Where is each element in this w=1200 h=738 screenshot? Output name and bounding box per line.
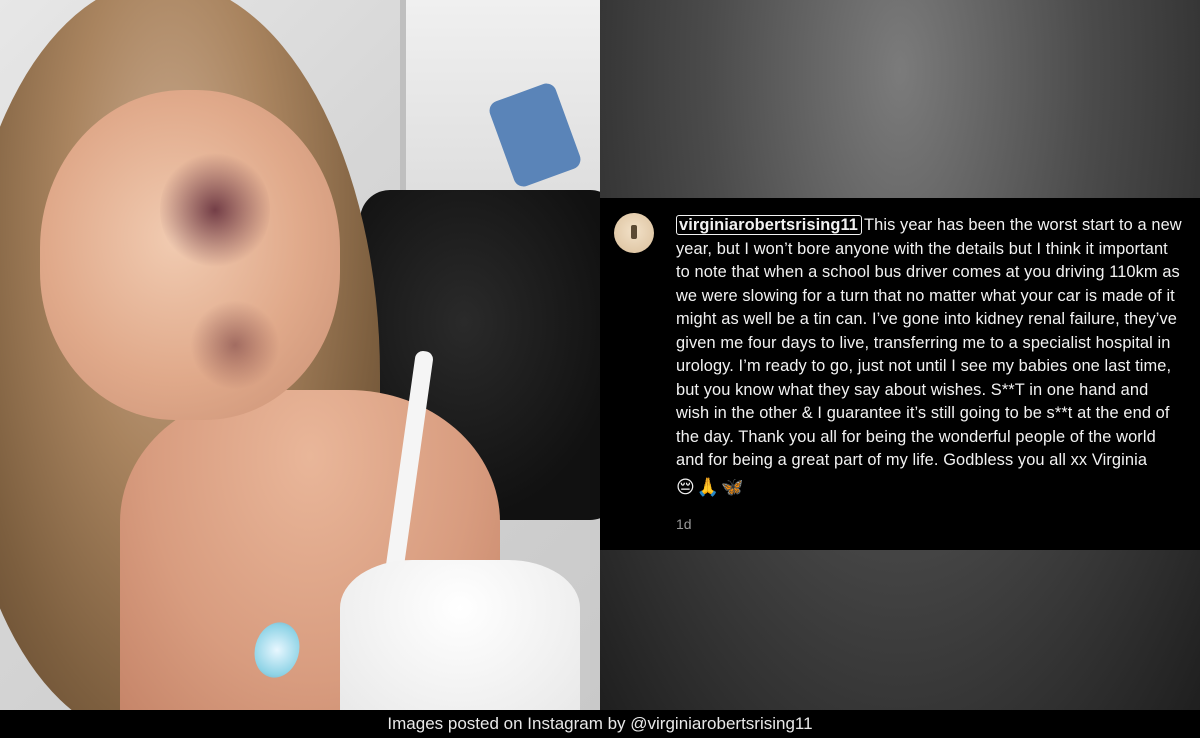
bruise — [160, 150, 270, 270]
post-body: virginiarobertsrising11 This year has bee… — [676, 214, 1186, 499]
bruise — [190, 300, 280, 390]
user-avatar-icon[interactable] — [614, 213, 654, 253]
post-timestamp[interactable]: 1d — [676, 516, 692, 532]
post-text: This year has been the worst start to a … — [676, 216, 1182, 469]
username-link[interactable]: virginiarobertsrising11 — [676, 215, 863, 235]
image-caption: Images posted on Instagram by @virginiar… — [0, 710, 1200, 738]
hospital-gown — [340, 560, 580, 710]
avatar-mark — [631, 225, 637, 239]
image-frame: virginiarobertsrising11 This year has bee… — [0, 0, 1200, 738]
emoji-row: 😔🙏🦋 — [676, 476, 746, 498]
hospital-photo — [0, 0, 600, 710]
